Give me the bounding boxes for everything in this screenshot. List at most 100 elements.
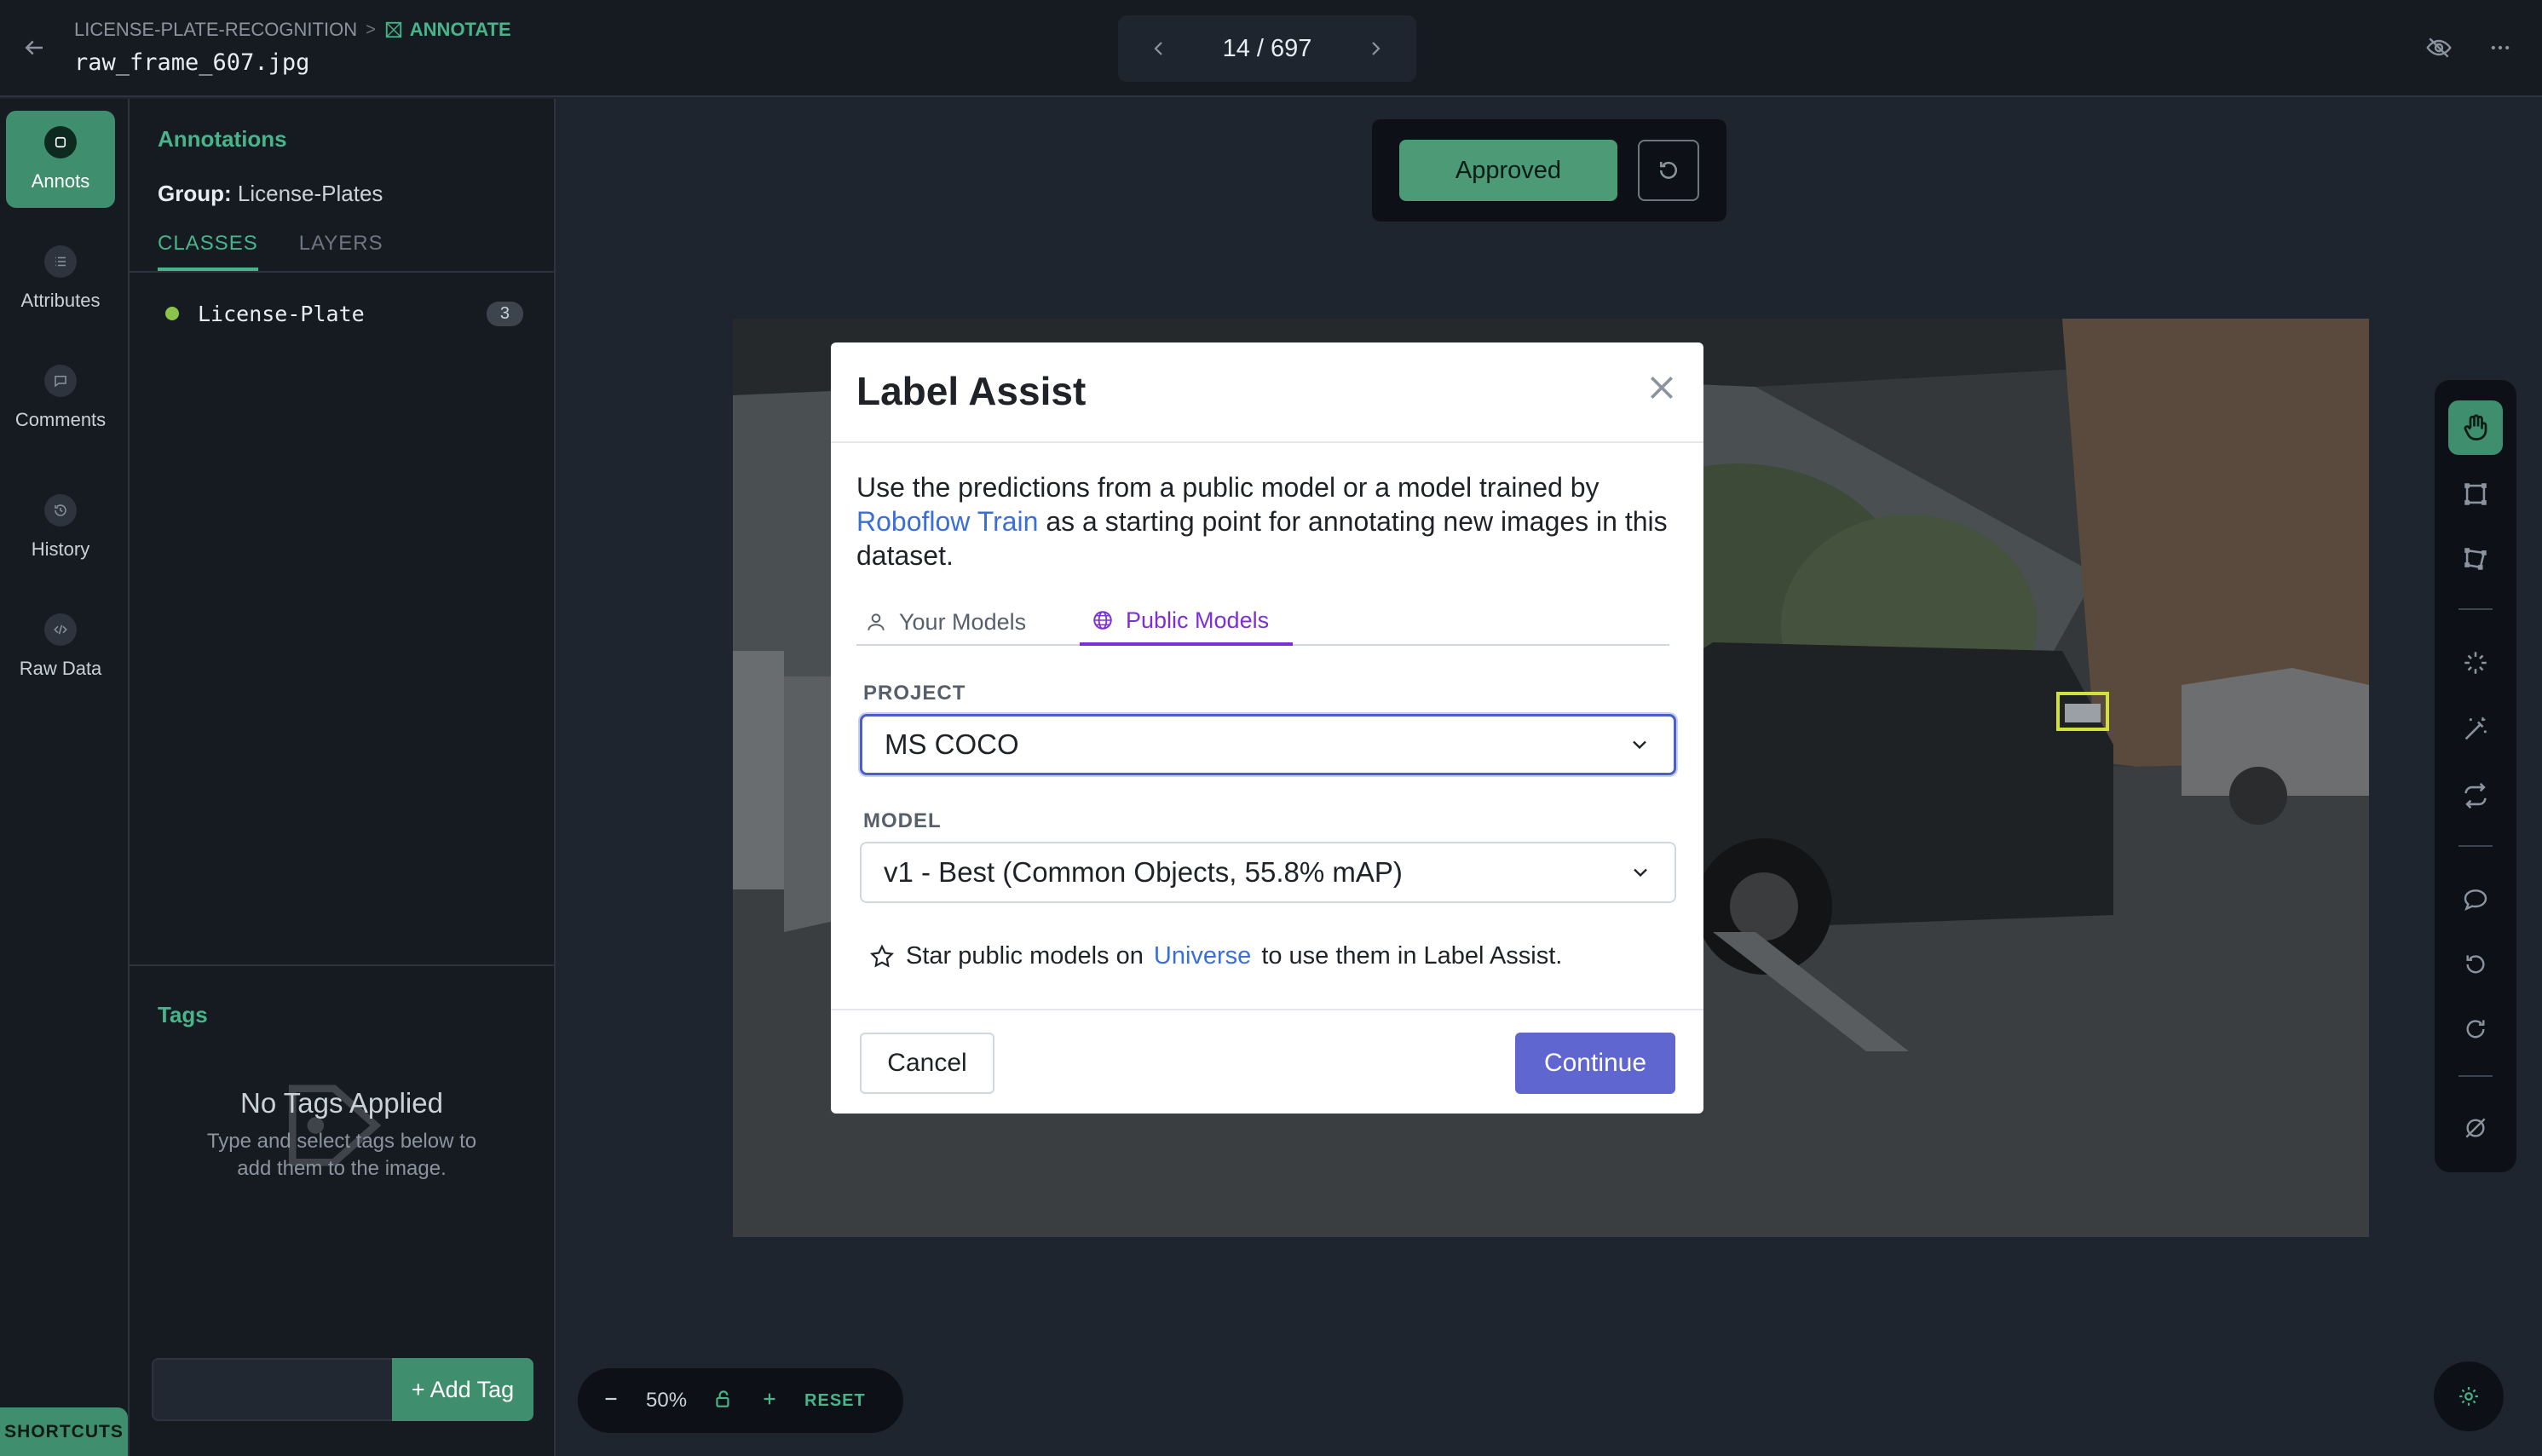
- tags-empty-line2: add them to the image.: [237, 1157, 447, 1180]
- model-select-value: v1 - Best (Common Objects, 55.8% mAP): [884, 856, 1403, 888]
- prev-image-icon[interactable]: [1144, 33, 1174, 64]
- tabs-divider: [130, 271, 554, 273]
- tool-divider: [2458, 845, 2493, 847]
- back-arrow-icon[interactable]: [17, 32, 51, 63]
- tab-label: Public Models: [1126, 607, 1270, 633]
- breadcrumb-annotate-label: ANNOTATE: [409, 19, 511, 40]
- modal-footer-divider: [831, 1009, 1703, 1010]
- label-assist-modal: Label Assist Use the predictions from a …: [831, 342, 1703, 1114]
- project-select[interactable]: MS COCO: [860, 714, 1676, 775]
- universe-link[interactable]: Universe: [1154, 942, 1251, 970]
- globe-icon: [1093, 611, 1112, 630]
- repeat-previous-icon[interactable]: [2448, 768, 2503, 823]
- tags-empty-line1: Type and select tags below to: [206, 1130, 477, 1153]
- user-icon: [868, 613, 885, 630]
- annotate-icon: [385, 21, 401, 38]
- history-icon: [44, 494, 77, 527]
- roboflow-train-link[interactable]: Roboflow Train: [856, 506, 1038, 537]
- model-select[interactable]: v1 - Best (Common Objects, 55.8% mAP): [860, 842, 1676, 903]
- star-hint-text: Star public models on: [906, 942, 1144, 970]
- shortcuts-button[interactable]: SHORTCUTS: [0, 1407, 128, 1456]
- tab-public-models[interactable]: Public Models: [1080, 598, 1293, 646]
- modal-divider: [831, 441, 1703, 443]
- close-icon[interactable]: [1640, 366, 1683, 409]
- group-value: License-Plates: [237, 181, 383, 206]
- clear-annotations-icon[interactable]: [2448, 1101, 2503, 1155]
- settings-gear-icon[interactable]: [2434, 1361, 2504, 1431]
- rail-item-comments[interactable]: Comments: [6, 349, 115, 446]
- redo-icon[interactable]: [2448, 1002, 2503, 1056]
- top-header: LICENSE-PLATE-RECOGNITION > ANNOTATE raw…: [0, 0, 2542, 97]
- zoom-controls: 50% RESET: [578, 1368, 903, 1433]
- panel-divider: [130, 964, 554, 966]
- chevron-down-icon: [1634, 868, 1647, 878]
- image-pager: 14 / 697: [1118, 15, 1416, 82]
- star-hint-text-2: to use them in Label Assist.: [1261, 942, 1563, 970]
- modal-title: Label Assist: [856, 369, 1087, 413]
- tab-classes[interactable]: CLASSES: [158, 232, 258, 271]
- code-icon: [44, 613, 77, 646]
- tab-layers[interactable]: LAYERS: [299, 232, 383, 271]
- tags-empty-state: No Tags Applied Type and select tags bel…: [130, 1085, 554, 1183]
- hide-annotations-icon[interactable]: [2422, 31, 2456, 65]
- comment-icon: [44, 365, 77, 397]
- description-text: Use the predictions from a public model …: [856, 472, 1600, 503]
- zoom-level: 50%: [646, 1389, 688, 1412]
- reset-zoom-button[interactable]: RESET: [804, 1391, 866, 1411]
- zoom-out-icon[interactable]: [602, 1390, 620, 1413]
- class-name: License-Plate: [198, 301, 365, 326]
- approved-button[interactable]: Approved: [1399, 140, 1617, 201]
- rail-item-label: History: [31, 538, 90, 560]
- panel-tabs: CLASSES LAYERS: [158, 232, 383, 271]
- tag-input[interactable]: [152, 1358, 394, 1421]
- cancel-button[interactable]: Cancel: [860, 1033, 994, 1094]
- tool-palette: [2435, 380, 2516, 1172]
- pan-hand-icon[interactable]: [2448, 400, 2503, 455]
- left-nav-rail: Annots Attributes Comments History Raw D…: [0, 99, 130, 1456]
- group-info: Group: License-Plates: [158, 181, 383, 207]
- annotation-icon: [44, 126, 77, 158]
- tool-divider: [2458, 608, 2493, 610]
- tags-title: Tags: [158, 1002, 208, 1027]
- label-assist-wand-icon[interactable]: [2448, 702, 2503, 757]
- bounding-box-icon[interactable]: [2448, 467, 2503, 521]
- project-label: PROJECT: [863, 682, 966, 705]
- modal-description: Use the predictions from a public model …: [856, 470, 1683, 573]
- rail-item-label: Raw Data: [19, 658, 102, 679]
- class-count-badge: 3: [486, 301, 523, 326]
- rail-item-history[interactable]: History: [6, 479, 115, 576]
- breadcrumb-annotate[interactable]: ANNOTATE: [384, 19, 511, 41]
- add-tag-button[interactable]: + Add Tag: [392, 1358, 533, 1421]
- revert-approval-icon[interactable]: [1638, 140, 1699, 201]
- breadcrumb-separator: >: [366, 20, 376, 39]
- zoom-in-icon[interactable]: [760, 1390, 779, 1413]
- breadcrumb-project[interactable]: LICENSE-PLATE-RECOGNITION: [74, 19, 357, 41]
- model-source-tabs: Your Models Public Models: [856, 591, 1669, 646]
- chevron-down-icon: [1633, 740, 1646, 750]
- tab-label: Your Models: [899, 608, 1027, 635]
- list-icon: [44, 245, 77, 278]
- rail-item-label: Attributes: [20, 290, 101, 311]
- rail-item-attributes[interactable]: Attributes: [6, 230, 115, 327]
- rail-item-raw-data[interactable]: Raw Data: [6, 598, 115, 695]
- class-row-license-plate[interactable]: License-Plate 3: [165, 296, 523, 331]
- lock-zoom-icon[interactable]: [712, 1388, 735, 1414]
- rail-item-annots[interactable]: Annots: [6, 111, 115, 208]
- undo-icon[interactable]: [2448, 937, 2503, 992]
- universe-hint: Star public models on Universe to use th…: [868, 942, 1562, 970]
- next-image-icon[interactable]: [1360, 33, 1391, 64]
- tags-empty-title: No Tags Applied: [240, 1087, 443, 1119]
- smart-polygon-icon[interactable]: [2448, 636, 2503, 690]
- comment-tool-icon[interactable]: [2448, 872, 2503, 927]
- annotations-panel: Annotations Group: License-Plates CLASSE…: [130, 99, 556, 1456]
- image-filename: raw_frame_607.jpg: [74, 49, 310, 76]
- tab-your-models[interactable]: Your Models: [865, 598, 1026, 646]
- model-label: MODEL: [863, 809, 942, 832]
- polygon-tool-icon[interactable]: [2448, 532, 2503, 586]
- star-icon: [869, 944, 895, 967]
- class-color-dot: [165, 307, 179, 320]
- project-select-value: MS COCO: [885, 728, 1019, 760]
- pager-count: 14 / 697: [1222, 34, 1312, 62]
- continue-button[interactable]: Continue: [1515, 1033, 1675, 1094]
- more-options-icon[interactable]: [2483, 31, 2517, 65]
